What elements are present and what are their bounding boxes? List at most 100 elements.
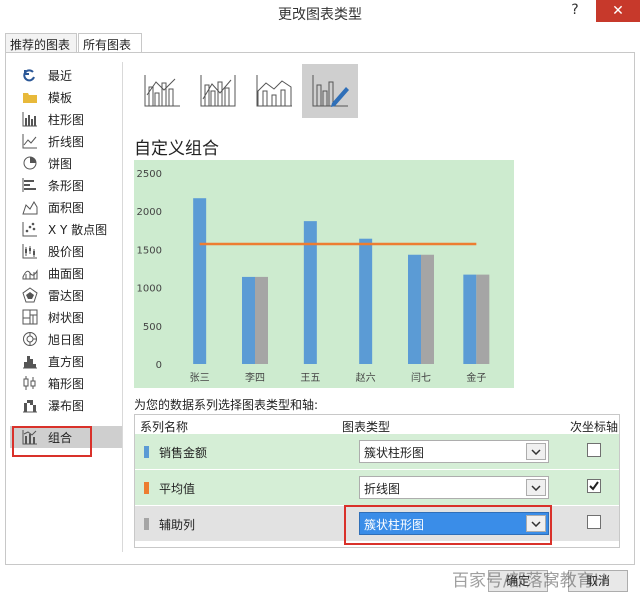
- sidebar-item-box[interactable]: 箱形图: [10, 372, 122, 394]
- sidebar-item-label: 箱形图: [48, 376, 85, 391]
- sidebar-item-stock[interactable]: 股价图: [10, 240, 122, 262]
- y-tick-label: 2500: [137, 169, 162, 180]
- sidebar-item-surface[interactable]: 曲面图: [10, 262, 122, 284]
- combo-subtype-1-icon: [144, 75, 180, 107]
- bar-chart-icon: [22, 177, 38, 193]
- chart-preview: 0 500 1000 1500 2000 2500 张三 李四 王五 赵六 闫七 金子: [134, 160, 514, 388]
- combo-subtype-3-icon: [256, 75, 292, 107]
- scatter-chart-icon: [22, 221, 38, 237]
- chart-type-value: 簇状柱形图: [364, 446, 425, 460]
- bar: [193, 198, 207, 364]
- help-button[interactable]: ?: [566, 2, 584, 22]
- chart-type-sidebar: 最近 模板 柱形图 折线图 饼图 条形图 面积图 X Y 散点图 股价图 曲面图…: [10, 62, 122, 452]
- section-title: 自定义组合: [134, 139, 219, 159]
- sidebar-item-waterfall[interactable]: 瀑布图: [10, 394, 122, 416]
- sidebar-item-treemap[interactable]: 树状图: [10, 306, 122, 328]
- sidebar-item-label: 模板: [48, 90, 73, 105]
- pie-chart-icon: [22, 155, 38, 171]
- column-header-secondary-axis: 次坐标轴: [570, 420, 619, 434]
- sidebar-item-label: 树状图: [48, 310, 85, 325]
- chart-type-value: 折线图: [364, 482, 401, 496]
- series-color-swatch: [144, 518, 149, 530]
- subtype-stacked-area-column[interactable]: [246, 64, 302, 118]
- sidebar-item-bar[interactable]: 条形图: [10, 174, 122, 196]
- bar: [303, 221, 317, 364]
- sunburst-chart-icon: [22, 331, 38, 347]
- series-name: 辅助列: [159, 518, 196, 532]
- series-name: 销售金额: [159, 446, 208, 460]
- y-tick-label: 0: [156, 360, 162, 371]
- chart-canvas: 0 500 1000 1500 2000 2500 张三 李四 王五 赵六 闫七 金子: [137, 169, 490, 384]
- sidebar-item-label: 股价图: [48, 244, 85, 259]
- bar: [255, 276, 268, 364]
- bar: [408, 254, 421, 364]
- sidebar-item-line[interactable]: 折线图: [10, 130, 122, 152]
- y-tick-label: 2000: [137, 207, 162, 218]
- secondary-axis-checkbox[interactable]: [587, 443, 601, 457]
- tab-recommended[interactable]: 推荐的图表: [5, 33, 77, 53]
- x-tick-label: 李四: [245, 371, 265, 384]
- area-chart-icon: [22, 199, 38, 215]
- sidebar-item-label: 面积图: [48, 200, 85, 215]
- sidebar-item-pie[interactable]: 饼图: [10, 152, 122, 174]
- sidebar-item-column[interactable]: 柱形图: [10, 108, 122, 130]
- close-button[interactable]: ✕: [596, 0, 640, 22]
- sidebar-item-label: 柱形图: [48, 112, 85, 127]
- chart-type-select[interactable]: 折线图: [359, 476, 549, 499]
- radar-chart-icon: [22, 287, 38, 303]
- line-chart-icon: [22, 133, 38, 149]
- sidebar-item-label: 折线图: [48, 134, 85, 149]
- custom-combo-pencil-icon: [312, 75, 349, 107]
- sidebar-item-radar[interactable]: 雷达图: [10, 284, 122, 306]
- y-tick-label: 1000: [137, 284, 162, 295]
- combo-subtype-2-icon: [200, 75, 236, 107]
- y-tick-label: 500: [143, 322, 162, 333]
- secondary-axis-checkbox[interactable]: [587, 479, 601, 493]
- table-row: 销售金额 簇状柱形图: [135, 434, 619, 469]
- waterfall-chart-icon: [22, 397, 38, 413]
- subtype-custom-combo[interactable]: [302, 64, 358, 118]
- sidebar-item-label: 直方图: [48, 354, 85, 369]
- subtype-clustered-column-line-secondary[interactable]: [190, 64, 246, 118]
- y-tick-label: 1500: [137, 245, 162, 256]
- sidebar-item-templates[interactable]: 模板: [10, 86, 122, 108]
- x-tick-label: 张三: [190, 372, 210, 384]
- chevron-down-icon[interactable]: [526, 479, 546, 496]
- series-color-swatch: [144, 482, 149, 494]
- bar: [359, 238, 373, 364]
- sidebar-item-label: X Y 散点图: [48, 222, 108, 237]
- column-chart-icon: [22, 111, 38, 127]
- sidebar-item-label: 饼图: [48, 156, 73, 171]
- sidebar-item-histogram[interactable]: 直方图: [10, 350, 122, 372]
- x-tick-label: 闫七: [411, 371, 431, 384]
- sidebar-item-area[interactable]: 面积图: [10, 196, 122, 218]
- sidebar-item-label: 曲面图: [48, 266, 85, 281]
- sidebar-item-scatter[interactable]: X Y 散点图: [10, 218, 122, 240]
- histogram-chart-icon: [22, 353, 38, 369]
- subtype-clustered-column-line[interactable]: [134, 64, 190, 118]
- bar: [421, 254, 434, 364]
- sidebar-item-recent[interactable]: 最近: [10, 64, 122, 86]
- treemap-chart-icon: [22, 309, 38, 325]
- sidebar-item-label: 条形图: [48, 178, 85, 193]
- title-bar: 更改图表类型 ? ✕: [0, 0, 640, 26]
- sidebar-item-label: 雷达图: [48, 288, 85, 303]
- sidebar-item-sunburst[interactable]: 旭日图: [10, 328, 122, 350]
- series-name: 平均值: [159, 482, 196, 496]
- secondary-axis-checkbox[interactable]: [587, 515, 601, 529]
- table-row: 平均值 折线图: [135, 470, 619, 505]
- x-tick-label: 赵六: [356, 371, 376, 384]
- sidebar-item-label: 旭日图: [48, 332, 85, 347]
- chart-type-select[interactable]: 簇状柱形图: [359, 440, 549, 463]
- stock-chart-icon: [22, 243, 38, 259]
- tab-all-charts[interactable]: 所有图表: [78, 33, 142, 53]
- watermark: 百家号/部落窝教育H: [452, 571, 607, 591]
- x-tick-label: 金子: [466, 371, 486, 384]
- surface-chart-icon: [22, 265, 38, 281]
- column-header-chart-type: 图表类型: [342, 420, 391, 434]
- checkmark-icon: [589, 481, 599, 491]
- folder-icon: [22, 89, 38, 105]
- box-chart-icon: [22, 375, 38, 391]
- select-highlight-outline: [344, 505, 552, 545]
- chevron-down-icon[interactable]: [526, 443, 546, 460]
